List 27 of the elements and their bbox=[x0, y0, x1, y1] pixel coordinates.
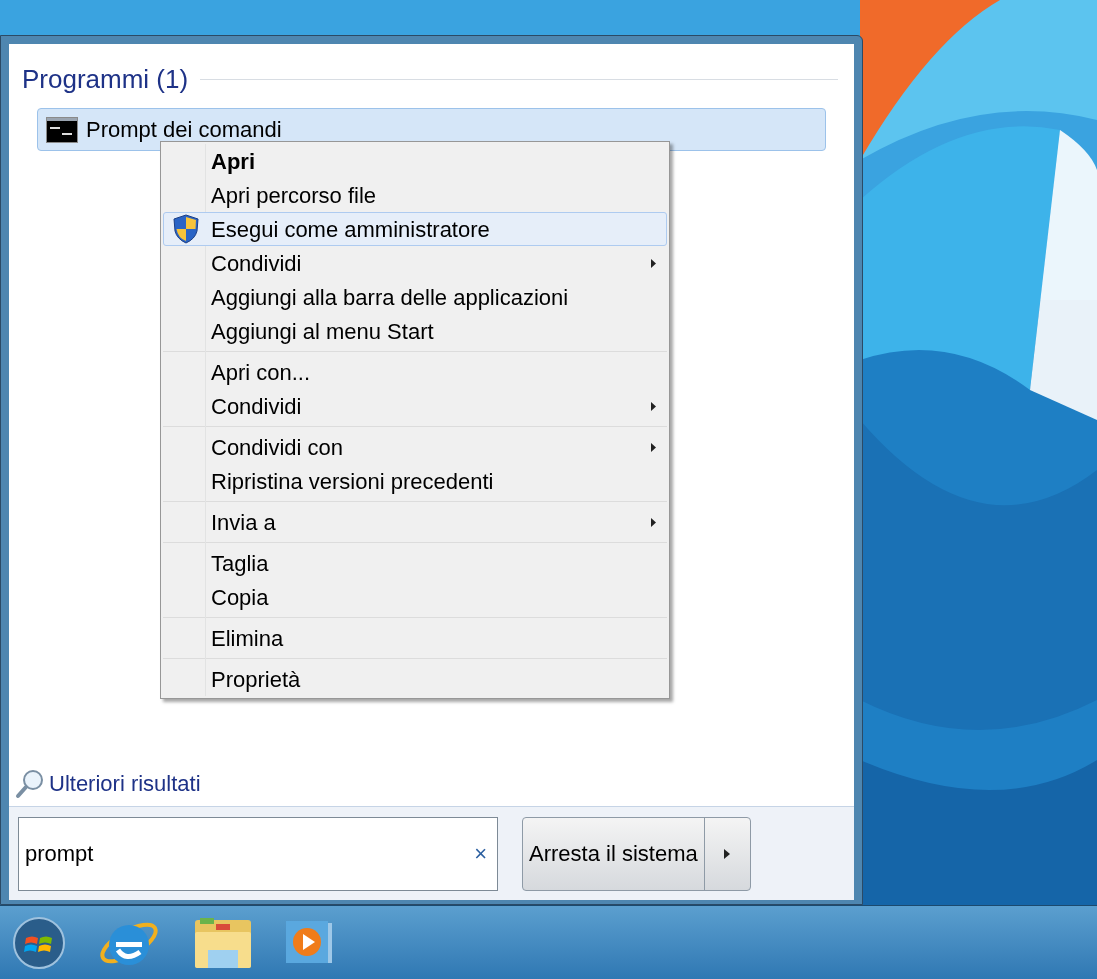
menu-item[interactable]: Aggiungi al menu Start bbox=[163, 314, 667, 348]
section-title: Programmi (1) bbox=[22, 66, 189, 92]
caret-icon bbox=[724, 848, 731, 859]
menu-item[interactable]: Copia bbox=[163, 580, 667, 614]
menu-item[interactable]: Condividi bbox=[163, 389, 667, 423]
menu-item[interactable]: Condividi con bbox=[163, 430, 667, 464]
menu-item[interactable]: Elimina bbox=[163, 621, 667, 655]
menu-item[interactable]: Taglia bbox=[163, 546, 667, 580]
clear-button[interactable]: × bbox=[470, 837, 491, 870]
more-results-link[interactable]: Ulteriori risultati bbox=[49, 767, 201, 800]
search-icon bbox=[15, 768, 45, 799]
menu-item[interactable]: Apri percorso file bbox=[163, 178, 667, 212]
menu-item[interactable]: Condividi bbox=[163, 246, 667, 280]
shield-icon bbox=[171, 214, 200, 244]
terminal-icon bbox=[46, 116, 78, 143]
submenu-arrow-icon bbox=[651, 442, 656, 452]
submenu-arrow-icon bbox=[651, 401, 656, 411]
menu-item[interactable]: Apri con... bbox=[163, 355, 667, 389]
menu-item[interactable]: Aggiungi alla barra delle applicazioni bbox=[163, 280, 667, 314]
menu-item[interactable]: Proprietà bbox=[163, 662, 667, 696]
start-orb-icon[interactable] bbox=[12, 915, 66, 970]
search-field[interactable]: prompt × bbox=[18, 816, 498, 891]
menu-item[interactable]: Ripristina versioni precedenti bbox=[163, 464, 667, 498]
menu-item[interactable]: Esegui come amministratore bbox=[163, 212, 667, 246]
submenu-arrow-icon bbox=[651, 517, 656, 527]
submenu-arrow-icon bbox=[651, 258, 656, 268]
menu-item[interactable]: Invia a bbox=[163, 505, 667, 539]
